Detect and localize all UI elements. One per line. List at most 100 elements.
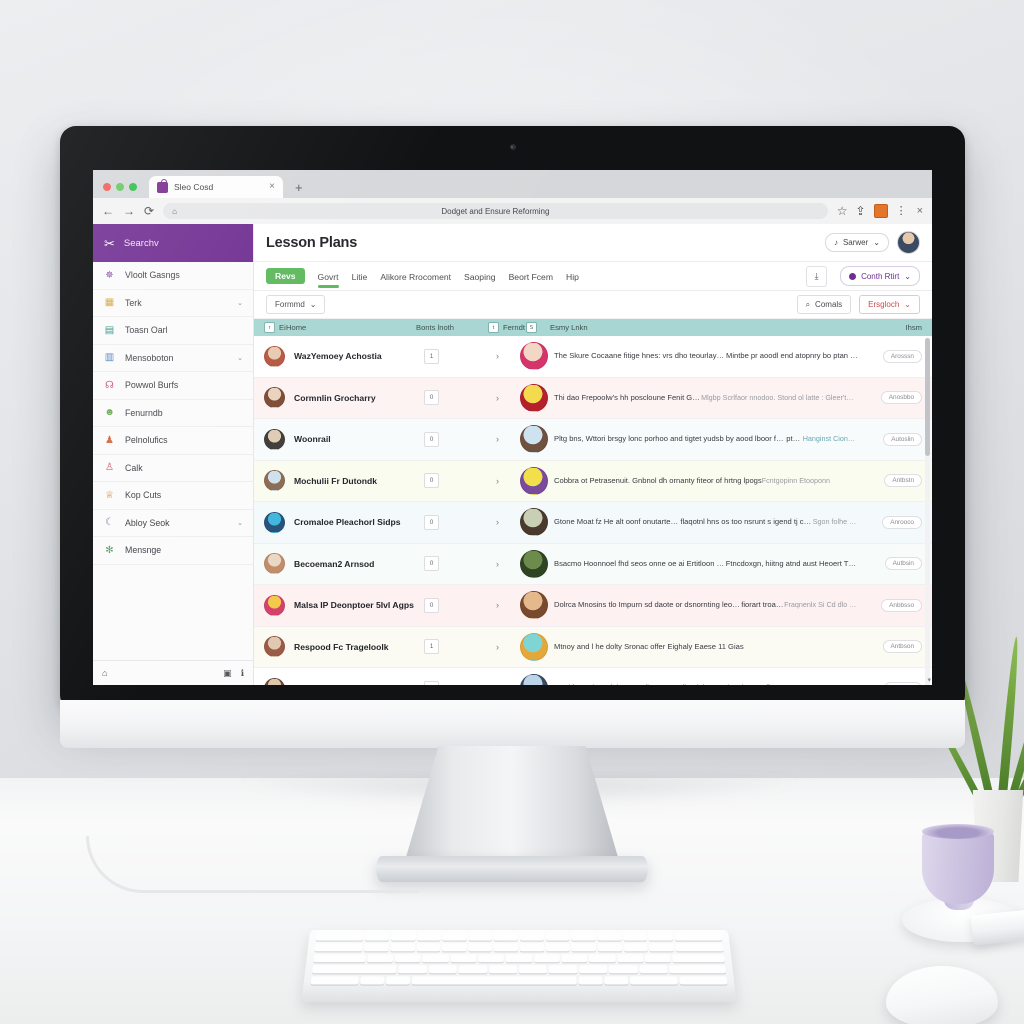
table-row[interactable]: Mochulii Fr Dutondk 0 › Cobbra ot Petrasenu… xyxy=(254,460,932,502)
row-score-cell[interactable]: 0 xyxy=(424,556,496,572)
row-action-button[interactable]: Autoslin xyxy=(883,432,922,446)
row-action-cell[interactable]: Autoslin xyxy=(866,432,922,446)
browser-tab[interactable]: Sleo Cosd × xyxy=(149,176,283,198)
row-action-button[interactable]: Antbstn xyxy=(884,474,922,488)
row-score[interactable]: 1 xyxy=(424,348,439,364)
keyboard-row[interactable] xyxy=(307,943,730,952)
table-row[interactable]: WazYemoey Achostia 1 › The Skure Cocaane fi… xyxy=(254,336,932,378)
row-name[interactable]: Woonrail xyxy=(286,434,424,444)
sidebar-item-7[interactable]: ♙ Calk xyxy=(93,455,253,482)
row-score[interactable]: 0 xyxy=(424,390,439,406)
table-row[interactable]: Becoeman2 Arnsod 0 › Bsacmo Hoonnoel fhd se… xyxy=(254,543,932,585)
avatar[interactable] xyxy=(897,231,920,254)
info-icon[interactable]: ℹ xyxy=(241,668,244,679)
sidebar-item-list[interactable]: ✵ Vloolt Gasngs ▦ Terk ⌄ ▤ Toasn Oarl ▥ Mensobot… xyxy=(93,262,253,660)
home-icon[interactable]: ⌂ xyxy=(102,668,107,678)
row-name[interactable]: Respood Fc Trageloolk xyxy=(286,642,424,652)
row-action-button[interactable]: Antbson xyxy=(882,640,922,654)
row-score-cell[interactable]: 0 xyxy=(424,431,496,447)
window-close-icon[interactable]: × xyxy=(917,205,923,217)
sidebar-item-0[interactable]: ✵ Vloolt Gasngs xyxy=(93,262,253,290)
table-row[interactable]: Malsa IP Deonptoer 5Ivl Agps 0 › Dolrca Mno… xyxy=(254,585,932,627)
keyboard-row[interactable] xyxy=(305,965,733,974)
keyboard-row[interactable] xyxy=(306,954,732,963)
row-action-cell[interactable]: Anbbsso xyxy=(866,598,922,612)
sidebar-item-3[interactable]: ▥ Mensoboton ⌄ xyxy=(93,345,253,372)
row-expand-icon[interactable]: › xyxy=(496,434,520,444)
row-action-button[interactable]: Anosbbo xyxy=(880,391,922,405)
sidebar-item-5[interactable]: ☻ Fenurndb xyxy=(93,400,253,427)
bookmark-icon[interactable]: ☆ xyxy=(837,205,848,217)
format-filter-button[interactable]: Formmd ⌄ xyxy=(266,295,326,314)
sidebar-item-8[interactable]: ♕ Kop Cuts xyxy=(93,482,253,510)
row-score[interactable]: 0 xyxy=(424,431,439,447)
minimize-window-icon[interactable] xyxy=(116,183,124,191)
table-header-body[interactable]: Esmy Lnkn xyxy=(550,323,866,332)
row-expand-icon[interactable]: › xyxy=(496,600,520,610)
row-expand-icon[interactable]: › xyxy=(496,476,520,486)
row-name[interactable]: Malsa IP Deonptoer 5Ivl Agps xyxy=(286,600,424,610)
account-pill[interactable]: ♪ Sarwer ⌄ xyxy=(824,233,889,252)
window-traffic-lights[interactable] xyxy=(101,183,145,198)
lesson-plan-table[interactable]: r Eiut Home Bonts lnoth t Ferndt S Esmy … xyxy=(254,319,932,685)
row-expand-icon[interactable]: › xyxy=(496,393,520,403)
search-button[interactable]: ⌕ Comals xyxy=(796,295,852,314)
row-action-button[interactable]: Anbbsso xyxy=(881,598,922,612)
address-bar[interactable]: ⌂ Dodget and Ensure Reforming xyxy=(163,203,828,219)
row-score[interactable]: 0 xyxy=(424,680,439,685)
reload-icon[interactable]: ⟳ xyxy=(144,205,154,217)
tab-3[interactable]: Alikore Rrocoment xyxy=(380,266,451,287)
toolbar-actions[interactable]: ☆ ⇪ ⋮ × xyxy=(837,204,923,218)
sidebar-item-6[interactable]: ♟ Pelnolufics xyxy=(93,427,253,455)
row-action-cell[interactable]: Anrooco xyxy=(866,515,922,529)
row-action-cell[interactable]: Antbstn xyxy=(866,474,922,488)
row-score-cell[interactable]: 1 xyxy=(424,348,496,364)
row-action-cell[interactable]: Antbson xyxy=(866,640,922,654)
sidebar-footer[interactable]: ⌂ ▣ ℹ xyxy=(93,660,253,685)
table-header-action[interactable]: Ihsm xyxy=(866,323,922,332)
extension-icon[interactable] xyxy=(873,204,888,218)
row-action-cell[interactable]: Arosssn xyxy=(866,349,922,363)
row-name[interactable]: WazYemoey Achostia xyxy=(286,351,424,361)
tab-4[interactable]: Saoping xyxy=(464,266,496,287)
row-expand-icon[interactable]: › xyxy=(496,517,520,527)
sidebar-item-9[interactable]: ☾ Abloy Seok ⌄ xyxy=(93,510,253,537)
table-header-flag[interactable]: t Ferndt xyxy=(488,322,526,333)
close-tab-icon[interactable]: × xyxy=(269,182,275,192)
browser-menu-icon[interactable]: ⋮ xyxy=(896,205,907,217)
table-row[interactable]: Cromaloe Pleachorl Sidps 0 › Gtone Moat fz … xyxy=(254,502,932,544)
row-score[interactable]: 0 xyxy=(424,514,439,530)
table-row[interactable]: Respood Fc Trageloolk 1 › Mtnoy and l he do… xyxy=(254,626,932,668)
row-score[interactable]: 1 xyxy=(424,639,439,655)
row-score-cell[interactable]: 0 xyxy=(424,680,496,685)
tab-bar[interactable]: Revs Govrt Litie Alikore Rrocoment Saoping Be… xyxy=(254,262,932,291)
table-scrollbar[interactable] xyxy=(925,338,930,685)
row-name[interactable]: Cormnlin Grocharry xyxy=(286,393,424,403)
row-action-cell[interactable]: Autbsin xyxy=(866,557,922,571)
language-button[interactable]: Ersgloch ⌄ xyxy=(859,295,920,314)
row-action-cell[interactable]: Anosbbo xyxy=(866,391,922,405)
table-header-arrow[interactable]: S xyxy=(526,322,550,333)
keyboard-row[interactable] xyxy=(303,976,734,985)
keyboard-row[interactable] xyxy=(309,932,730,941)
table-row[interactable]: 0 › Mochin 3 Hlaa Gloh now adlan 11 Vonlha… xyxy=(254,668,932,685)
sidebar-item-1[interactable]: ▦ Terk ⌄ xyxy=(93,290,253,317)
row-action-cell[interactable]: Anbsno xyxy=(866,681,922,685)
row-score-cell[interactable]: 0 xyxy=(424,390,496,406)
table-body[interactable]: WazYemoey Achostia 1 › The Skure Cocaane fi… xyxy=(254,336,932,685)
row-score-cell[interactable]: 0 xyxy=(424,514,496,530)
share-icon[interactable]: ⇪ xyxy=(856,205,866,217)
row-expand-icon[interactable]: › xyxy=(496,683,520,685)
row-expand-icon[interactable]: › xyxy=(496,642,520,652)
row-score-cell[interactable]: 0 xyxy=(424,597,496,613)
row-name[interactable]: Cromaloe Pleachorl Sidps xyxy=(286,517,424,527)
select-all-checkbox[interactable]: r xyxy=(264,322,275,333)
close-window-icon[interactable] xyxy=(103,183,111,191)
tab-0[interactable]: Revs xyxy=(266,268,305,284)
scroll-down-icon[interactable]: ▾ xyxy=(927,676,931,684)
sidebar[interactable]: ✂ Searchv ✵ Vloolt Gasngs ▦ Terk ⌄ ▤ Toasn Oar… xyxy=(93,224,254,685)
row-action-button[interactable]: Anrooco xyxy=(882,515,922,529)
browser-tabstrip[interactable]: Sleo Cosd × + xyxy=(93,170,932,198)
table-row[interactable]: Woonrail 0 › Pltg bns, Wttori brsgy lonc po… xyxy=(254,419,932,461)
sidebar-item-2[interactable]: ▤ Toasn Oarl xyxy=(93,317,253,345)
